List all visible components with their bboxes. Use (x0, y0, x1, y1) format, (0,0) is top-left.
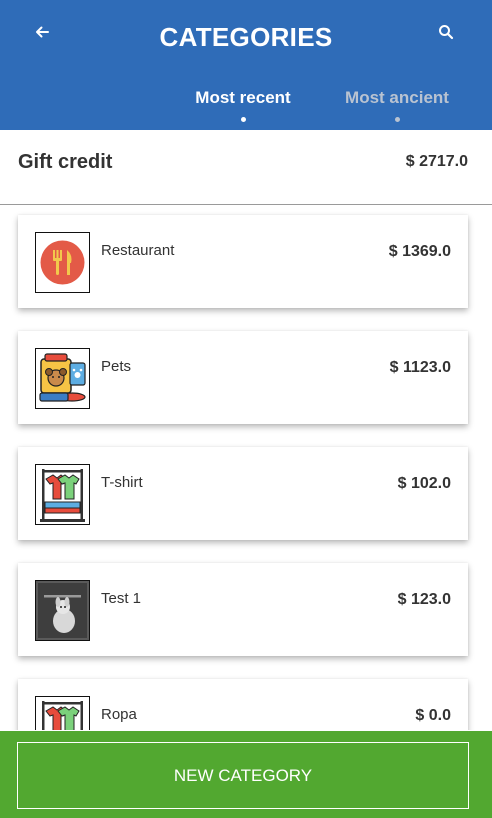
category-card-test-1[interactable]: Test 1 $ 123.0 (18, 563, 468, 656)
pets-icon (39, 353, 86, 402)
tab-most-ancient[interactable]: Most ancient (336, 88, 458, 128)
tab-indicator-dot (240, 117, 246, 122)
category-thumbnail (35, 696, 90, 730)
search-button[interactable] (432, 18, 460, 46)
category-thumbnail (35, 464, 90, 525)
category-card-pets[interactable]: Pets $ 1123.0 (18, 331, 468, 424)
restaurant-icon (40, 240, 85, 285)
tab-most-recent[interactable]: Most recent (183, 88, 303, 128)
category-thumbnail (35, 232, 90, 293)
search-icon (439, 25, 454, 40)
category-amount: $ 123.0 (397, 591, 451, 608)
category-amount: $ 1369.0 (388, 243, 451, 260)
back-button[interactable] (28, 18, 56, 46)
category-name: Ropa (101, 706, 137, 723)
clothes-rack-icon (40, 469, 85, 522)
tab-label: Most recent (195, 88, 291, 107)
app-header: CATEGORIES Most recent Most ancient (0, 0, 492, 130)
category-card-ropa[interactable]: Ropa $ 0.0 (18, 679, 468, 730)
category-amount: $ 1123.0 (389, 359, 451, 376)
category-name: Restaurant (101, 242, 175, 259)
clothes-rack-icon (42, 701, 83, 730)
category-thumbnail (35, 348, 90, 409)
category-list[interactable]: Restaurant $ 1369.0 Pets $ 1123.0 T-shir… (0, 205, 492, 730)
tab-label: Most ancient (345, 88, 449, 107)
category-card-restaurant[interactable]: Restaurant $ 1369.0 (18, 215, 468, 308)
category-name: T-shirt (101, 474, 143, 491)
category-name: Test 1 (101, 590, 142, 607)
back-arrow-icon (36, 26, 49, 38)
footer-bar: NEW CATEGORY (0, 731, 492, 818)
tab-indicator-dot (394, 117, 400, 122)
gift-credit-amount: $ 2717.0 (405, 153, 468, 170)
gift-credit-label: Gift credit (18, 151, 113, 173)
gift-credit-summary: Gift credit $ 2717.0 (0, 130, 492, 205)
category-name: Pets (101, 358, 132, 375)
page-title: CATEGORIES (159, 22, 333, 52)
category-amount: $ 0.0 (415, 707, 451, 724)
category-thumbnail (35, 580, 90, 641)
new-category-button[interactable]: NEW CATEGORY (17, 742, 469, 809)
category-card-t-shirt[interactable]: T-shirt $ 102.0 (18, 447, 468, 540)
photo-thumbnail (36, 581, 89, 640)
category-amount: $ 102.0 (397, 475, 451, 492)
